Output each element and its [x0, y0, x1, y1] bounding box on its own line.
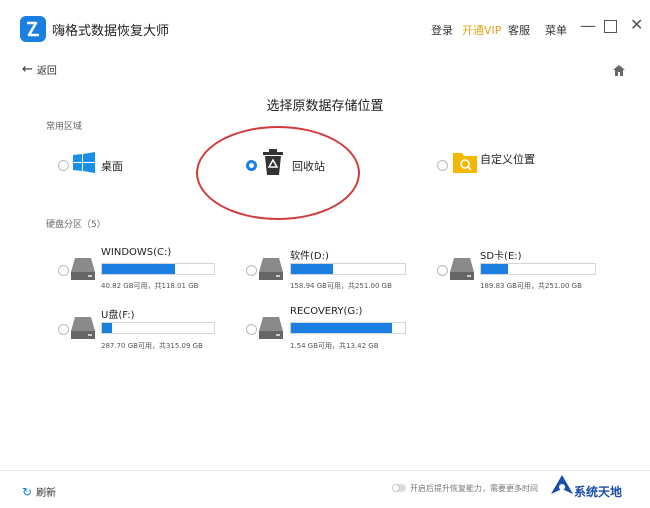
- vip-link[interactable]: 开通VIP: [462, 22, 501, 38]
- hard-drive-icon: [70, 257, 96, 285]
- desktop-radio[interactable]: [58, 160, 69, 171]
- drive-e-capacity: 189.83 GB可用，共251.00 GB: [480, 282, 582, 290]
- home-icon[interactable]: [612, 62, 626, 81]
- recycle-bin-icon: [262, 148, 284, 180]
- drive-f-name: U盘(F:): [101, 310, 135, 321]
- custom-location-radio[interactable]: [437, 160, 448, 171]
- windows-desktop-icon: [72, 151, 96, 179]
- hard-drive-icon: [258, 316, 284, 344]
- watermark-logo-icon: [550, 474, 574, 504]
- close-icon[interactable]: ✕: [630, 15, 643, 34]
- app-logo-icon: [20, 16, 46, 42]
- deep-scan-toggle[interactable]: [392, 484, 406, 492]
- recycle-bin-radio[interactable]: [246, 160, 257, 171]
- drive-f-radio[interactable]: [58, 324, 69, 335]
- desktop-label[interactable]: 桌面: [101, 158, 123, 174]
- hard-drive-icon: [449, 257, 475, 285]
- common-section-label: 常用区域: [46, 122, 83, 132]
- drive-g-usage-fill: [291, 323, 393, 333]
- drive-c-usage-fill: [102, 264, 175, 274]
- refresh-label: 刷新: [36, 488, 57, 499]
- drive-f-capacity: 287.70 GB可用，共315.09 GB: [101, 342, 203, 350]
- disk-section-label: 硬盘分区（5）: [46, 220, 106, 230]
- drive-e-usage-fill: [481, 264, 509, 274]
- custom-location-label[interactable]: 自定义位置: [480, 151, 535, 167]
- drive-c-name: WINDOWS(C:): [101, 247, 172, 258]
- arrow-left-icon: ←: [22, 62, 33, 77]
- drive-d-name: 软件(D:): [290, 251, 329, 262]
- back-label: 返回: [36, 66, 57, 77]
- drive-c-usage-bar: [101, 263, 215, 275]
- login-link[interactable]: 登录: [431, 22, 453, 38]
- minimize-icon[interactable]: —: [580, 16, 596, 35]
- back-button[interactable]: ← 返回: [22, 62, 57, 77]
- drive-c-radio[interactable]: [58, 265, 69, 276]
- drive-d-usage-fill: [291, 264, 334, 274]
- drive-d-radio[interactable]: [246, 265, 257, 276]
- drive-e-name: SD卡(E:): [480, 251, 522, 262]
- drive-f-usage-fill: [102, 323, 113, 333]
- drive-d-capacity: 158.94 GB可用，共251.00 GB: [290, 282, 392, 290]
- deep-scan-toggle-label: 开启后提升恢复能力，需要更多时间: [410, 484, 538, 493]
- drive-g-name: RECOVERY(G:): [290, 306, 363, 317]
- page-title: 选择原数据存储位置: [266, 99, 384, 114]
- app-title: 嗨格式数据恢复大师: [52, 24, 170, 39]
- refresh-icon: ↻: [22, 484, 33, 499]
- maximize-icon[interactable]: [604, 20, 617, 33]
- refresh-button[interactable]: ↻ 刷新: [22, 484, 57, 500]
- hard-drive-icon: [258, 257, 284, 285]
- hard-drive-icon: [70, 316, 96, 344]
- drive-d-usage-bar: [290, 263, 406, 275]
- folder-search-icon: [452, 150, 478, 178]
- service-link[interactable]: 客服: [508, 22, 530, 38]
- menu-link[interactable]: 菜单: [545, 22, 567, 38]
- drive-g-capacity: 1.54 GB可用，共13.42 GB: [290, 342, 379, 350]
- drive-g-radio[interactable]: [246, 324, 257, 335]
- drive-e-usage-bar: [480, 263, 596, 275]
- drive-g-usage-bar: [290, 322, 406, 334]
- drive-e-radio[interactable]: [437, 265, 448, 276]
- drive-f-usage-bar: [101, 322, 215, 334]
- drive-c-capacity: 40.82 GB可用，共118.01 GB: [101, 282, 199, 290]
- recycle-bin-label[interactable]: 回收站: [292, 158, 325, 174]
- watermark-text: 系统天地: [574, 485, 623, 499]
